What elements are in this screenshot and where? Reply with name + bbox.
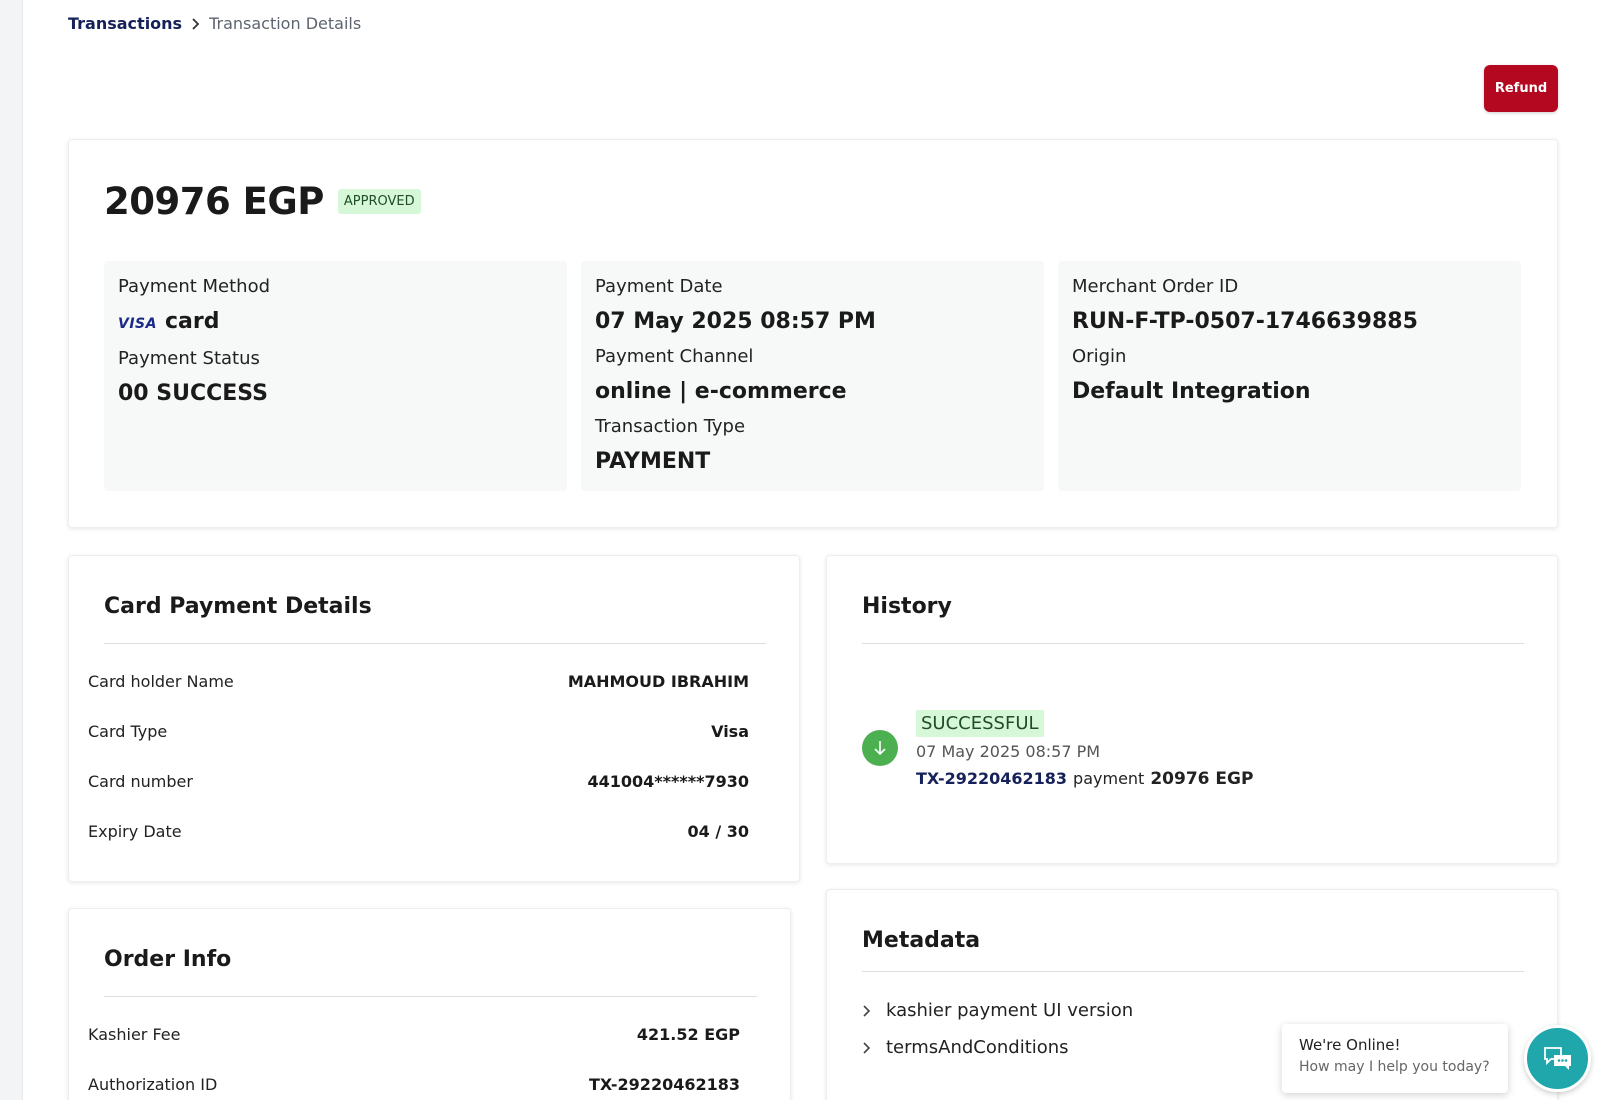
breadcrumb-transactions-link[interactable]: Transactions	[68, 14, 182, 33]
chevron-right-icon	[863, 1041, 871, 1054]
origin-value: Default Integration	[1072, 379, 1311, 404]
kashier-fee-row: Kashier Fee 421.52 EGP	[88, 1025, 740, 1044]
payment-channel-value: online | e-commerce	[595, 379, 847, 404]
transaction-id-link[interactable]: TX-29220462183	[916, 769, 1067, 788]
chevron-right-icon	[192, 17, 200, 30]
metadata-item-label: kashier payment UI version	[886, 1000, 1134, 1021]
payment-date-box: Payment Date 07 May 2025 08:57 PM Paymen…	[581, 261, 1044, 491]
payment-channel-label: Payment Channel	[595, 346, 754, 367]
merchant-order-label: Merchant Order ID	[1072, 276, 1239, 297]
row-label: Card number	[88, 772, 193, 791]
order-info-card: Order Info Kashier Fee 421.52 EGP Author…	[68, 908, 791, 1100]
row-label: Kashier Fee	[88, 1025, 181, 1044]
payment-status-value: 00 SUCCESS	[118, 381, 269, 406]
row-value: MAHMOUD IBRAHIM	[567, 672, 749, 691]
chat-title: We're Online!	[1299, 1036, 1401, 1054]
chat-icon	[1543, 1046, 1571, 1070]
payment-status-label: Payment Status	[118, 348, 260, 369]
history-amount: 20976 EGP	[1150, 769, 1254, 789]
history-date: 07 May 2025 08:57 PM	[916, 742, 1101, 761]
payment-method-value: VISA card	[118, 307, 553, 339]
chevron-right-icon	[863, 1004, 871, 1017]
row-label: Card holder Name	[88, 672, 234, 691]
metadata-item[interactable]: termsAndConditions	[862, 1037, 1069, 1058]
card-holder-row: Card holder Name MAHMOUD IBRAHIM	[88, 672, 749, 691]
card-payment-details-card: Card Payment Details Card holder Name MA…	[68, 555, 800, 882]
history-card: History SUCCESSFUL 07 May 2025 08:57 PM …	[826, 555, 1558, 864]
refund-button[interactable]: Refund	[1484, 65, 1558, 112]
payment-date-value: 07 May 2025 08:57 PM	[595, 309, 876, 334]
breadcrumb-current: Transaction Details	[209, 14, 362, 33]
transaction-amount: 20976 EGP	[104, 180, 324, 223]
amount-row: 20976 EGP APPROVED	[104, 180, 421, 223]
status-badge: APPROVED	[337, 189, 421, 214]
divider	[104, 996, 757, 997]
payment-date-label: Payment Date	[595, 276, 723, 297]
history-title: History	[862, 594, 952, 619]
history-type: payment	[1073, 769, 1145, 788]
transaction-summary-card: 20976 EGP APPROVED Payment Method VISA ca…	[68, 139, 1558, 528]
chat-launcher-button[interactable]	[1524, 1025, 1591, 1092]
row-value: 04 / 30	[687, 822, 749, 841]
authorization-id-row: Authorization ID TX-29220462183	[88, 1075, 740, 1094]
history-status-badge: SUCCESSFUL	[916, 710, 1044, 737]
chat-subtitle: How may I help you today?	[1299, 1059, 1490, 1075]
row-label: Card Type	[88, 722, 168, 741]
row-value: 441004******7930	[587, 772, 749, 791]
row-label: Expiry Date	[88, 822, 182, 841]
metadata-item[interactable]: kashier payment UI version	[862, 1000, 1133, 1021]
payment-method-text: card	[164, 309, 220, 334]
metadata-title: Metadata	[862, 928, 981, 953]
history-entry: TX-29220462183 payment 20976 EGP	[916, 769, 1253, 789]
row-value: Visa	[711, 722, 749, 741]
divider	[104, 643, 766, 644]
arrow-down-icon	[862, 730, 898, 766]
origin-label: Origin	[1072, 346, 1127, 367]
merchant-order-value: RUN-F-TP-0507-1746639885	[1072, 309, 1418, 334]
breadcrumb: Transactions Transaction Details	[68, 14, 361, 33]
chat-greeting-bubble[interactable]: We're Online! How may I help you today?	[1282, 1024, 1508, 1093]
transaction-type-value: PAYMENT	[595, 449, 711, 474]
card-details-title: Card Payment Details	[104, 594, 372, 619]
expiry-date-row: Expiry Date 04 / 30	[88, 822, 749, 841]
row-label: Authorization ID	[88, 1075, 218, 1094]
card-number-row: Card number 441004******7930	[88, 772, 749, 791]
row-value: 421.52 EGP	[636, 1025, 740, 1044]
card-type-row: Card Type Visa	[88, 722, 749, 741]
payment-method-box: Payment Method VISA card Payment Status 0…	[104, 261, 567, 491]
payment-method-label: Payment Method	[118, 276, 271, 297]
left-rail	[0, 0, 23, 1100]
metadata-item-label: termsAndConditions	[886, 1037, 1069, 1058]
transaction-type-label: Transaction Type	[595, 416, 746, 437]
row-value: TX-29220462183	[588, 1075, 740, 1094]
divider	[862, 643, 1524, 644]
order-info-title: Order Info	[104, 947, 232, 972]
visa-logo-icon: VISA	[118, 316, 157, 332]
merchant-order-box: Merchant Order ID RUN-F-TP-0507-17466398…	[1058, 261, 1521, 491]
divider	[862, 971, 1524, 972]
